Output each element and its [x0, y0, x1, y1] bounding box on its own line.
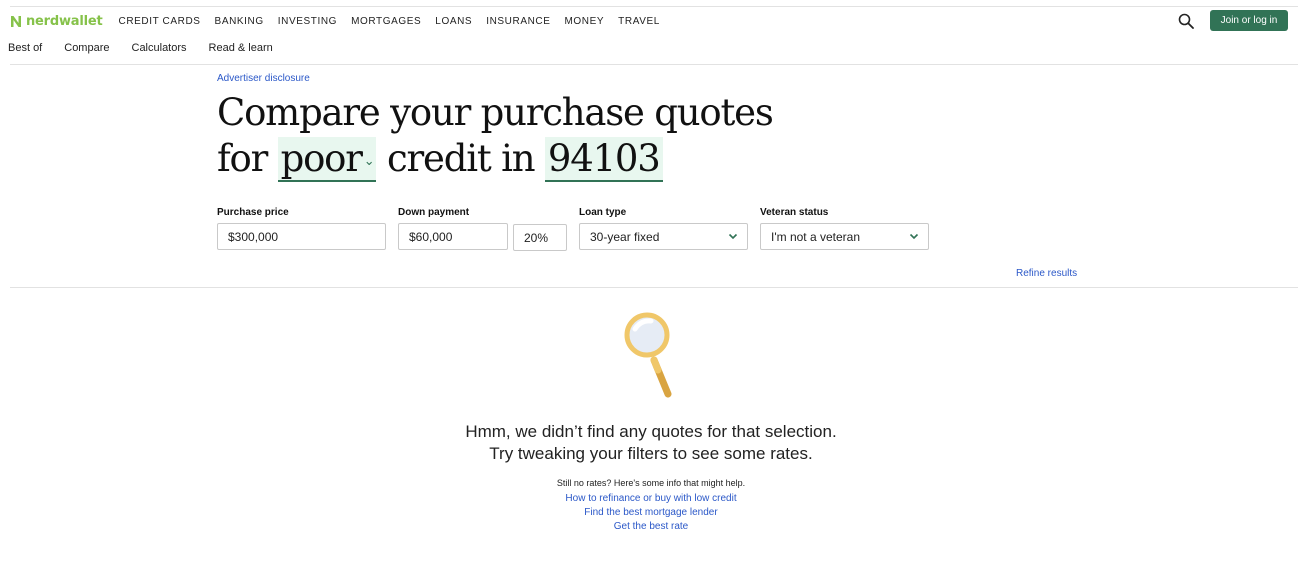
veteran-status-value: I'm not a veteran — [771, 229, 861, 244]
veteran-status-select[interactable]: I'm not a veteran — [760, 223, 929, 250]
refine-results-link[interactable]: Refine results — [1016, 268, 1077, 279]
advertiser-disclosure-link[interactable]: Advertiser disclosure — [217, 73, 310, 84]
search-icon[interactable] — [1178, 13, 1194, 29]
top-border — [10, 6, 1298, 7]
title-line-1: Compare your purchase quotes — [217, 91, 774, 134]
magnifying-glass-icon — [624, 312, 672, 398]
link-refinance-low-credit[interactable]: How to refinance or buy with low credit — [0, 493, 1302, 504]
title-for: for — [217, 137, 268, 180]
chevron-down-icon — [728, 233, 738, 240]
nav-loans[interactable]: LOANS — [435, 16, 472, 27]
top-nav: nerdwallet CREDIT CARDS BANKING INVESTIN… — [10, 10, 1288, 32]
subnav-best-of[interactable]: Best of — [8, 42, 42, 54]
divider — [10, 64, 1298, 65]
loan-type-value: 30-year fixed — [590, 229, 660, 244]
chevron-down-icon: ⌄ — [363, 153, 375, 169]
empty-state-line-1: Hmm, we didn’t find any quotes for that … — [465, 422, 837, 441]
nav-travel[interactable]: TRAVEL — [618, 16, 660, 27]
down-payment-percent-input[interactable]: 20% — [513, 224, 567, 251]
join-login-button[interactable]: Join or log in — [1210, 10, 1288, 31]
link-best-rate[interactable]: Get the best rate — [0, 521, 1302, 532]
logo[interactable]: nerdwallet — [10, 14, 103, 29]
zip-input[interactable]: 94103 — [544, 137, 663, 182]
subnav-calculators[interactable]: Calculators — [132, 42, 187, 54]
title-credit-in: credit in — [387, 137, 536, 180]
loan-type-select[interactable]: 30-year fixed — [579, 223, 748, 250]
down-payment-input[interactable]: $60,000 — [398, 223, 508, 250]
nav-insurance[interactable]: INSURANCE — [486, 16, 550, 27]
nav-credit-cards[interactable]: CREDIT CARDS — [119, 16, 201, 27]
nav-investing[interactable]: INVESTING — [278, 16, 337, 27]
title-line-2: for poor ⌄ credit in 94103 — [217, 136, 773, 185]
nav-banking[interactable]: BANKING — [215, 16, 264, 27]
chevron-down-icon — [909, 233, 919, 240]
loan-type-label: Loan type — [579, 207, 627, 218]
credit-value: poor — [280, 137, 363, 180]
empty-state-line-2: Try tweaking your filters to see some ra… — [489, 444, 813, 463]
nav-mortgages[interactable]: MORTGAGES — [351, 16, 421, 27]
down-payment-label: Down payment — [398, 207, 470, 218]
link-best-mortgage-lender[interactable]: Find the best mortgage lender — [0, 507, 1302, 518]
divider — [10, 287, 1298, 288]
subnav-compare[interactable]: Compare — [64, 42, 109, 54]
nav-actions: Join or log in — [1178, 10, 1288, 31]
credit-dropdown[interactable]: poor ⌄ — [277, 137, 377, 182]
help-text: Still no rates? Here's some info that mi… — [556, 478, 746, 488]
logo-text: nerdwallet — [26, 13, 103, 29]
page-title: Compare your purchase quotes for poor ⌄ c… — [217, 90, 774, 185]
sub-nav: Best of Compare Calculators Read & learn — [8, 42, 273, 54]
purchase-price-input[interactable]: $300,000 — [217, 223, 386, 250]
subnav-read-learn[interactable]: Read & learn — [209, 42, 273, 54]
veteran-status-label: Veteran status — [760, 207, 829, 218]
nav-money[interactable]: MONEY — [565, 16, 605, 27]
nerdwallet-logo-icon — [11, 15, 21, 27]
purchase-price-label: Purchase price — [217, 207, 289, 218]
